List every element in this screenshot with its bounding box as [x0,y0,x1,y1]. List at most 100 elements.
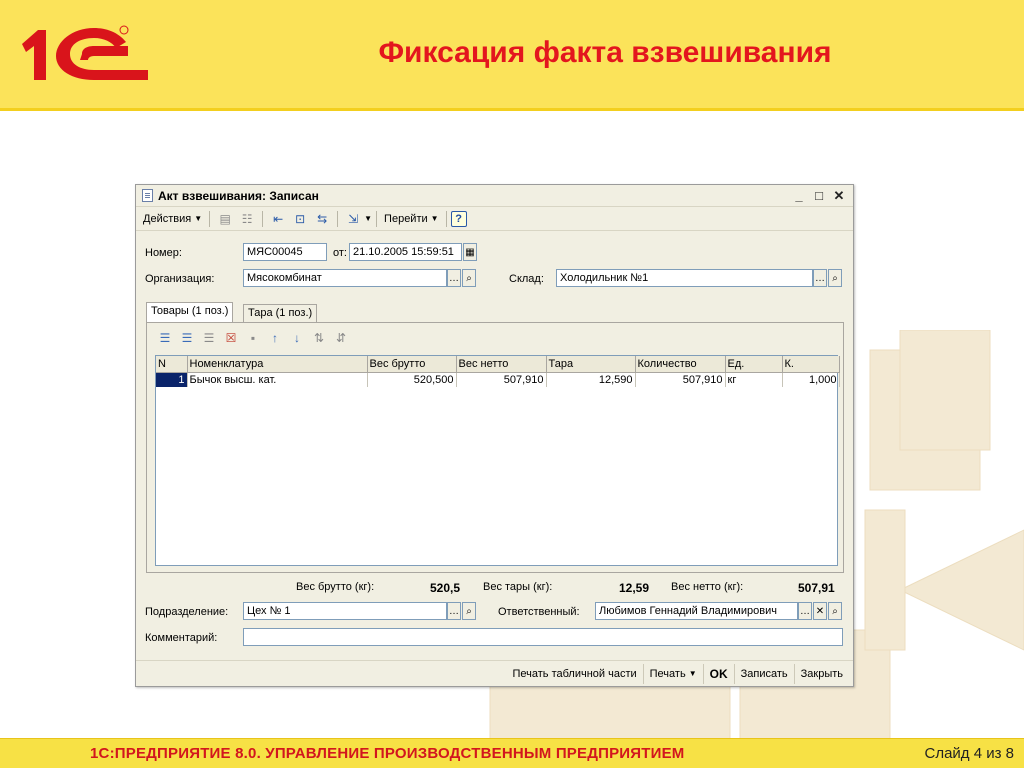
toolbar-separator [209,210,211,227]
column-header[interactable]: Вес нетто [456,356,547,373]
window-toolbar: Действия ▼ ▤ ☷ ⇤ ⊡ ⇆ ⇲ ▼ Перейти ▼ ? [136,207,853,231]
select-ellipsis-icon[interactable]: … [447,602,461,620]
division-field[interactable]: Цех № 1 [243,602,447,620]
move-to-document-icon[interactable]: ⇤ [270,211,286,227]
structure-icon[interactable]: ▤ [217,211,233,227]
coefficient-cell[interactable]: 1,000 [782,372,840,387]
goto-menu[interactable]: Перейти ▼ [381,213,442,225]
print-menu-button[interactable]: Печать ▼ [644,663,704,684]
footer-product-title: 1С:ПРЕДПРИЯТИЕ 8.0. УПРАВЛЕНИЕ ПРОИЗВОДС… [90,745,685,762]
dropdown-arrow-icon[interactable]: ▼ [364,214,372,223]
tare-cell[interactable]: 12,590 [546,372,636,387]
comment-field[interactable] [243,628,843,646]
dropdown-arrow-icon: ▼ [430,214,439,223]
net-total-value: 507,91 [798,581,835,595]
column-header[interactable]: Количество [635,356,726,373]
weighing-act-window: Акт взвешивания: Записан _ □ ✕ Действия ▼… [135,184,854,687]
tare-total-label: Вес тары (кг): [483,581,553,593]
delete-row-icon[interactable]: ☒ [223,331,239,345]
column-header[interactable]: К. [782,356,840,373]
open-search-icon[interactable]: ⌕ [828,602,842,620]
goods-table[interactable]: N Номенклатура Вес брутто Вес нетто Тара… [155,355,840,566]
select-ellipsis-icon[interactable]: … [447,269,461,287]
column-header[interactable]: Вес брутто [367,356,457,373]
responsible-field[interactable]: Любимов Геннадий Владимирович [595,602,798,620]
window-titlebar: Акт взвешивания: Записан _ □ ✕ [136,185,853,207]
column-header[interactable]: Тара [546,356,636,373]
table-header-row: N Номенклатура Вес брутто Вес нетто Тара… [156,356,840,373]
goto-label: Перейти [384,212,428,225]
from-label: от: [333,247,347,259]
add-row-icon[interactable]: ☰ [157,331,173,345]
number-label: Номер: [145,247,182,259]
gross-total-value: 520,5 [430,581,460,595]
organization-label: Организация: [145,273,215,285]
toolbar-separator [445,210,447,227]
toolbar-separator [337,210,339,227]
actions-menu[interactable]: Действия ▼ [140,213,205,225]
warehouse-field[interactable]: Холодильник №1 [556,269,813,287]
quantity-cell[interactable]: 507,910 [635,372,726,387]
net-weight-cell[interactable]: 507,910 [456,372,547,387]
open-search-icon[interactable]: ⌕ [828,269,842,287]
select-ellipsis-icon[interactable]: … [813,269,827,287]
tare-total-number: 12,59 [619,581,650,595]
table-row[interactable]: 1 Бычок высш. кат. 520,500 507,910 12,59… [156,372,840,387]
goods-tab-panel: ☰ ☰ ☰ ☒ ▪ ↑ ↓ ⇅ ⇵ N Номенклатура Вес бру… [146,322,844,573]
responsible-label: Ответственный: [498,606,580,618]
number-field[interactable]: МЯС00045 [243,243,327,261]
date-field[interactable]: 21.10.2005 15:59:51 [349,243,462,261]
clear-icon[interactable]: ✕ [813,602,827,620]
column-header[interactable]: Ед. [725,356,783,373]
minimize-icon[interactable]: _ [791,188,807,204]
division-label: Подразделение: [145,606,229,618]
move-up-icon[interactable]: ↑ [267,331,283,345]
calendar-icon[interactable]: ▦ [463,243,477,261]
document-icon [142,189,153,202]
move-down-icon[interactable]: ↓ [289,331,305,345]
comment-label: Комментарий: [145,632,218,644]
open-search-icon[interactable]: ⌕ [462,602,476,620]
tab-tare[interactable]: Тара (1 поз.) [243,304,318,322]
post-document-icon[interactable]: ⊡ [292,211,308,227]
warehouse-label: Склад: [509,273,544,285]
column-header[interactable]: Номенклатура [187,356,368,373]
slide-number: Слайд 4 из 8 [924,745,1014,762]
slide-header: Фиксация факта взвешивания [0,0,1024,111]
unit-cell[interactable]: кг [725,372,783,387]
gross-total-label: Вес брутто (кг): [296,581,375,593]
organization-field[interactable]: Мясокомбинат [243,269,447,287]
select-ellipsis-icon[interactable]: … [798,602,812,620]
list-icon[interactable]: ☷ [239,211,255,227]
1c-logo-icon [22,25,148,80]
nomenclature-cell[interactable]: Бычок высш. кат. [187,372,368,387]
close-icon[interactable]: ✕ [831,188,847,204]
slide-footer: 1С:ПРЕДПРИЯТИЕ 8.0. УПРАВЛЕНИЕ ПРОИЗВОДС… [0,738,1024,768]
sort-descending-icon[interactable]: ⇵ [333,331,349,345]
net-total-number: 507,91 [798,581,835,595]
tare-total-value: 12,59 [619,581,649,595]
sort-ascending-icon[interactable]: ⇅ [311,331,327,345]
gross-weight-cell[interactable]: 520,500 [367,372,457,387]
end-edit-icon[interactable]: ▪ [245,331,261,345]
edit-row-icon[interactable]: ☰ [201,331,217,345]
grid-toolbar: ☰ ☰ ☰ ☒ ▪ ↑ ↓ ⇅ ⇵ [157,331,355,345]
tab-goods[interactable]: Товары (1 поз.) [146,302,234,323]
print-label: Печать [649,667,686,680]
close-button[interactable]: Закрыть [795,664,849,684]
print-table-button[interactable]: Печать табличной части [506,663,644,684]
copy-row-icon[interactable]: ☰ [179,331,195,345]
open-search-icon[interactable]: ⌕ [462,269,476,287]
ok-button[interactable]: OK [704,663,735,684]
save-button[interactable]: Записать [735,663,795,684]
net-total-label: Вес нетто (кг): [671,581,744,593]
based-on-icon[interactable]: ⇲ [345,211,361,227]
actions-label: Действия [143,212,192,225]
maximize-icon[interactable]: □ [811,188,827,204]
slide-title: Фиксация факта взвешивания [378,36,832,69]
bottom-button-bar: Печать табличной части Печать ▼ OK Записа… [136,660,853,686]
refresh-icon[interactable]: ⇆ [314,211,330,227]
column-header[interactable]: N [156,356,188,373]
help-icon[interactable]: ? [450,210,467,227]
row-number-cell[interactable]: 1 [156,372,188,387]
